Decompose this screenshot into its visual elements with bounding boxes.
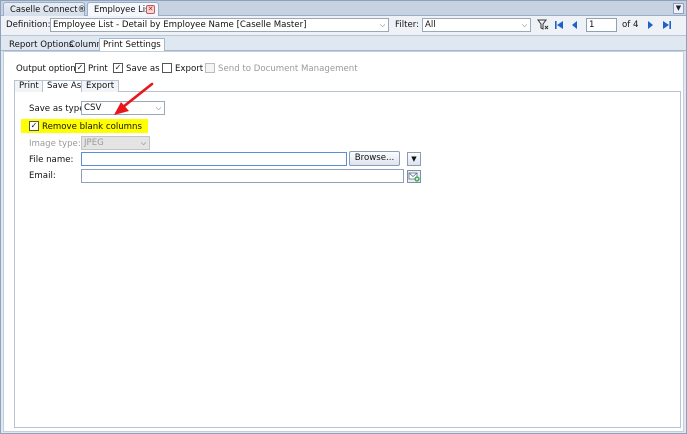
print-checkbox-label: Print	[88, 64, 108, 74]
output-options-label: Output options:	[16, 64, 84, 74]
save-as-tab-content: Save as type: CSV ⌵ ✓ Remove blank colum…	[14, 92, 681, 428]
tab-label: Caselle Connect®	[10, 4, 86, 14]
tab-employee-list[interactable]: Employee List ✕	[87, 2, 159, 17]
print-checkbox[interactable]: ✓	[75, 63, 85, 73]
save-as-checkbox-label: Save as	[126, 64, 160, 74]
file-name-label: File name:	[29, 155, 74, 165]
export-checkbox[interactable]	[162, 63, 172, 73]
triangle-down-icon: ▼	[411, 155, 417, 163]
previous-page-icon[interactable]	[569, 19, 581, 31]
tab-caselle-connect[interactable]: Caselle Connect®	[3, 2, 86, 16]
save-as-type-select[interactable]: CSV ⌵	[81, 101, 165, 115]
remove-blank-columns-label: Remove blank columns	[42, 122, 142, 132]
print-settings-panel: Output options: ✓ Print ✓ Save as Export…	[3, 51, 684, 432]
first-page-icon[interactable]	[553, 19, 565, 31]
definition-toolbar: Definition: Employee List - Detail by Em…	[1, 16, 686, 36]
tab-label: Save As	[47, 81, 82, 91]
browse-options-dropdown-button[interactable]: ▼	[407, 152, 421, 166]
page-count-label: of 4	[622, 20, 639, 30]
clear-filter-icon[interactable]	[537, 19, 549, 31]
tab-overflow-dropdown-icon[interactable]: ▼	[673, 3, 684, 14]
image-type-label: Image type:	[29, 139, 81, 149]
export-checkbox-label: Export	[175, 64, 204, 74]
close-icon[interactable]: ✕	[146, 5, 155, 14]
tab-label: Employee List	[94, 4, 153, 14]
image-type-value: JPEG	[84, 138, 104, 148]
filter-value: All	[425, 20, 436, 30]
next-page-icon[interactable]	[644, 19, 656, 31]
output-tab-strip: Print Save As Export	[14, 80, 681, 93]
chevron-down-icon: ⌵	[140, 139, 147, 147]
tab-label: Print Settings	[103, 40, 161, 50]
remove-blank-columns-checkbox[interactable]: ✓	[29, 121, 39, 131]
tab-print[interactable]: Print	[14, 80, 44, 92]
last-page-icon[interactable]	[661, 19, 673, 31]
tab-label: Print	[19, 81, 39, 91]
email-address-book-icon[interactable]	[407, 170, 421, 183]
tab-print-settings[interactable]: Print Settings	[99, 38, 165, 52]
send-to-document-management-label: Send to Document Management	[218, 64, 358, 74]
browse-button-label: Browse...	[354, 153, 395, 163]
send-to-document-management-checkbox	[205, 63, 215, 73]
definition-label: Definition:	[6, 20, 51, 30]
tab-label: Report Options	[9, 40, 74, 50]
chevron-down-icon: ⌵	[521, 21, 528, 29]
chevron-down-icon: ⌵	[155, 104, 162, 112]
save-as-type-label: Save as type:	[29, 104, 88, 114]
definition-select[interactable]: Employee List - Detail by Employee Name …	[50, 18, 389, 32]
browse-button[interactable]: Browse...	[349, 151, 400, 166]
document-tab-strip: Caselle Connect® Employee List ✕ ▼	[1, 1, 686, 17]
application-window: Caselle Connect® Employee List ✕ ▼ Defin…	[0, 0, 687, 434]
save-as-type-value: CSV	[84, 103, 102, 113]
email-label: Email:	[29, 171, 56, 181]
filter-label: Filter:	[395, 20, 420, 30]
page-number-input[interactable]: 1	[586, 18, 617, 32]
tab-export[interactable]: Export	[81, 80, 120, 92]
image-type-select: JPEG ⌵	[81, 136, 150, 150]
chevron-down-icon: ⌵	[379, 21, 386, 29]
page-number-value: 1	[589, 20, 595, 30]
file-name-input[interactable]	[81, 152, 347, 166]
report-tab-strip: Report Options Columns Print Settings	[1, 37, 686, 52]
tab-label: Export	[86, 81, 115, 91]
save-as-checkbox[interactable]: ✓	[113, 63, 123, 73]
definition-value: Employee List - Detail by Employee Name …	[53, 20, 307, 30]
email-input[interactable]	[81, 169, 404, 183]
filter-select[interactable]: All ⌵	[422, 18, 531, 32]
